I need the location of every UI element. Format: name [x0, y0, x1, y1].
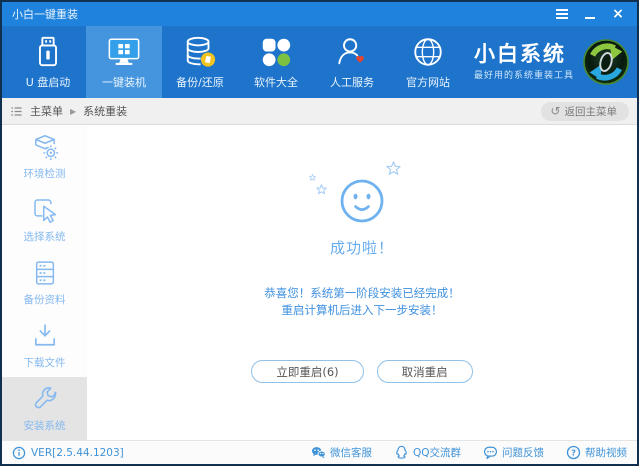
nav-item-backup-restore[interactable]: 备份/还原 [162, 26, 238, 98]
sidebar-label: 安装系统 [23, 420, 66, 432]
success-message: 恭喜您！系统第一阶段安装已经完成！ 重启计算机后进入下一步安装！ [264, 285, 460, 318]
recycle-arrows-logo-icon [583, 39, 629, 85]
usb-drive-icon [39, 36, 57, 66]
nav-item-one-key-install[interactable]: 一键装机 [86, 26, 162, 98]
message-line-1: 恭喜您！系统第一阶段安装已经完成！ [264, 286, 460, 300]
nav-label: 软件大全 [254, 75, 298, 89]
success-title: 成功啦！ [329, 239, 394, 257]
cancel-restart-button[interactable]: 取消重启 [376, 360, 473, 384]
restart-actions: 立即重启(6) 取消重启 [251, 360, 473, 384]
download-files-icon [34, 324, 55, 346]
sidebar-label: 环境检测 [23, 168, 66, 180]
brand-tagline: 最好用的系统重装工具 [473, 70, 574, 81]
titlebar: 小白一键重装 × [2, 2, 637, 26]
nav-label: U 盘启动 [25, 75, 71, 89]
star-icon [386, 161, 401, 175]
back-arrow-icon: ↺ [550, 104, 561, 118]
sidebar-item-download-files[interactable]: 下载文件 [2, 314, 87, 377]
help-video-link[interactable]: ? 帮助视频 [566, 445, 627, 460]
select-system-icon [33, 199, 56, 223]
nav-item-usb-boot[interactable]: U 盘启动 [10, 26, 86, 98]
nav-label: 备份/还原 [176, 75, 224, 89]
status-link-label: QQ交流群 [412, 447, 461, 459]
window-controls: × [551, 5, 629, 23]
sidebar-item-env-check[interactable]: 环境检测 [2, 125, 87, 188]
nav-item-official-site[interactable]: 官方网站 [390, 26, 466, 98]
star-icon [309, 174, 316, 181]
smiley-face-icon [340, 179, 384, 223]
help-circle-icon: ? [566, 445, 581, 460]
window-title: 小白一键重装 [12, 8, 78, 21]
apps-clover-icon [262, 38, 291, 66]
info-icon [12, 446, 26, 459]
return-main-menu-label: 返回主菜单 [564, 105, 618, 118]
minimize-icon [585, 17, 595, 19]
monitor-windows-icon [108, 37, 140, 65]
breadcrumb-bar: 主菜单 ▶ 系统重装 ↺ 返回主菜单 [2, 98, 637, 125]
sidebar-label: 下载文件 [23, 357, 66, 369]
hamburger-icon [556, 9, 568, 19]
steps-sidebar: 环境检测 选择系统 备份资料 下载文件 安装系统 [2, 125, 87, 440]
top-navbar: U 盘启动 一键装机 备份/还原 软件大全 人工服务 官方网站 小白系统 最好用… [2, 26, 637, 98]
list-icon [11, 106, 22, 116]
statusbar: VER[2.5.44.1203] 微信客服 QQ交流群 问题反馈 ? 帮助视频 [2, 440, 637, 464]
version-label: VER[2.5.44.1203] [31, 446, 124, 459]
wechat-support-link[interactable]: 微信客服 [311, 445, 372, 460]
menu-button[interactable] [551, 5, 573, 23]
breadcrumb-separator: ▶ [70, 106, 77, 116]
breadcrumb-root[interactable]: 主菜单 [30, 103, 63, 119]
close-icon: × [612, 6, 624, 22]
sidebar-label: 备份资料 [23, 294, 66, 306]
status-link-label: 问题反馈 [502, 447, 544, 459]
nav-item-human-support[interactable]: 人工服务 [314, 26, 390, 98]
status-link-label: 帮助视频 [585, 447, 627, 459]
restart-now-button[interactable]: 立即重启(6) [251, 360, 364, 384]
breadcrumb: 主菜单 ▶ 系统重装 [10, 103, 127, 119]
nav-label: 官方网站 [406, 75, 450, 89]
status-link-label: 微信客服 [329, 447, 372, 459]
main-panel: 成功啦！ 恭喜您！系统第一阶段安装已经完成！ 重启计算机后进入下一步安装！ 立即… [87, 125, 637, 440]
brand-block: 小白系统 最好用的系统重装工具 [474, 26, 637, 98]
sidebar-item-install-system[interactable]: 安装系统 [2, 377, 87, 440]
sidebar-item-select-system[interactable]: 选择系统 [2, 188, 87, 251]
nav-label: 一键装机 [102, 75, 146, 89]
success-illustration [309, 161, 401, 224]
app-window: 小白一键重装 × U 盘启动 一键装机 备份/还原 软件大全 人工服务 官方网站… [0, 0, 639, 466]
nav-item-software-center[interactable]: 软件大全 [238, 26, 314, 98]
wechat-icon [311, 447, 326, 459]
brand-name: 小白系统 [473, 41, 566, 66]
qq-icon [396, 445, 407, 459]
svg-text:?: ? [571, 448, 576, 457]
status-links: 微信客服 QQ交流群 问题反馈 ? 帮助视频 [289, 445, 627, 460]
breadcrumb-current: 系统重装 [83, 105, 128, 118]
install-system-icon [34, 387, 57, 409]
message-line-2: 重启计算机后进入下一步安装！ [281, 302, 443, 317]
qq-group-link[interactable]: QQ交流群 [394, 445, 461, 460]
return-main-menu-button[interactable]: ↺ 返回主菜单 [541, 101, 629, 121]
version-info: VER[2.5.44.1203] [12, 446, 124, 460]
minimize-button[interactable] [579, 5, 601, 23]
close-button[interactable]: × [607, 5, 629, 23]
database-backup-icon [186, 36, 216, 67]
backup-data-icon [35, 261, 54, 285]
globe-icon [414, 37, 442, 66]
sidebar-label: 选择系统 [23, 231, 66, 243]
feedback-bubble-icon [483, 446, 498, 460]
support-person-icon [338, 37, 364, 64]
sidebar-item-backup-data[interactable]: 备份资料 [2, 251, 87, 314]
nav-label: 人工服务 [330, 75, 374, 89]
env-check-icon [34, 135, 58, 161]
star-icon [316, 184, 327, 195]
feedback-link[interactable]: 问题反馈 [483, 445, 544, 460]
